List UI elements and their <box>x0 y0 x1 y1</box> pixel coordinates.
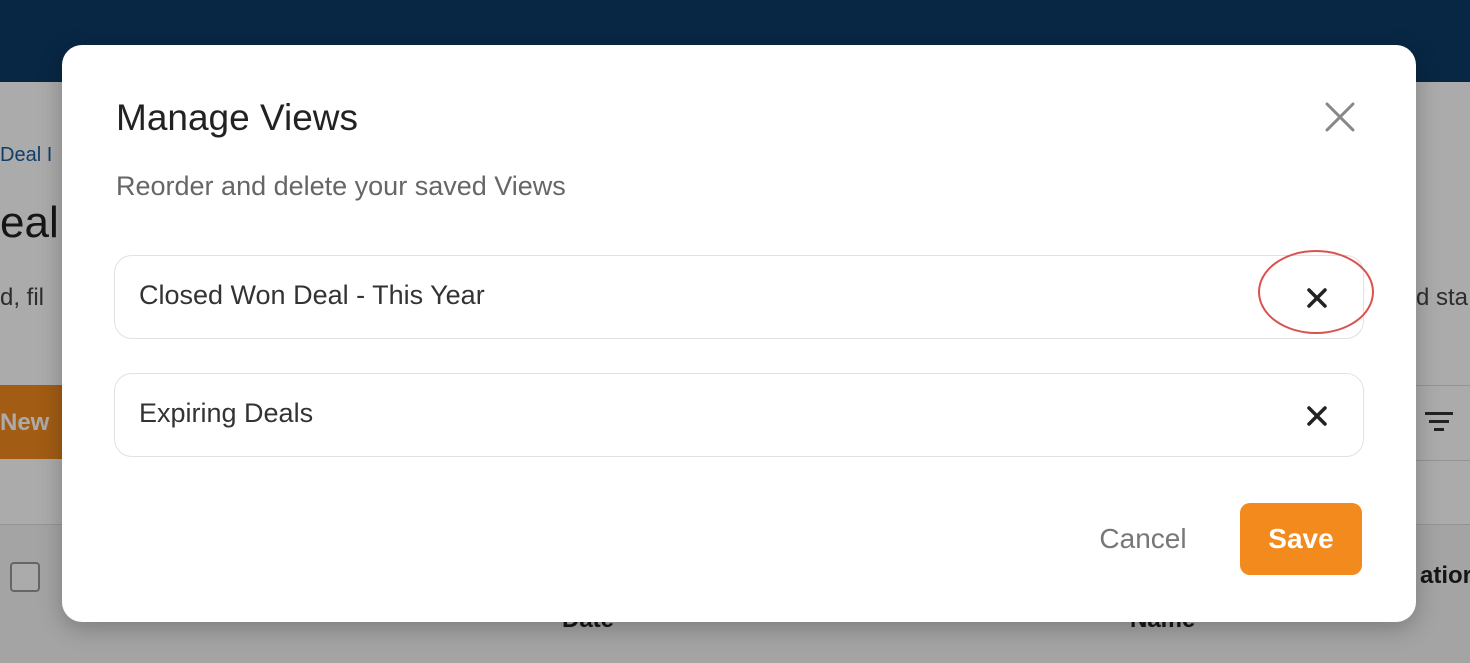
cancel-button[interactable]: Cancel <box>1078 503 1208 575</box>
close-icon <box>1325 102 1355 132</box>
delete-view-button[interactable] <box>1293 278 1341 318</box>
close-dialog-button[interactable] <box>1320 97 1360 137</box>
saved-view-item[interactable]: Expiring Deals <box>114 373 1364 457</box>
saved-view-item[interactable]: Closed Won Deal - This Year <box>114 255 1364 339</box>
saved-view-label: Closed Won Deal - This Year <box>139 280 485 310</box>
saved-view-label: Expiring Deals <box>139 398 314 428</box>
x-icon <box>1307 288 1327 308</box>
dialog-subtitle: Reorder and delete your saved Views <box>116 171 566 201</box>
manage-views-dialog: Manage Views Reorder and delete your sav… <box>62 45 1416 622</box>
dialog-title: Manage Views <box>116 97 359 138</box>
page: Deal I eal d, fil d sta New Date Name at… <box>0 0 1470 663</box>
delete-view-button[interactable] <box>1293 396 1341 436</box>
save-button[interactable]: Save <box>1240 503 1362 575</box>
x-icon <box>1307 406 1327 426</box>
